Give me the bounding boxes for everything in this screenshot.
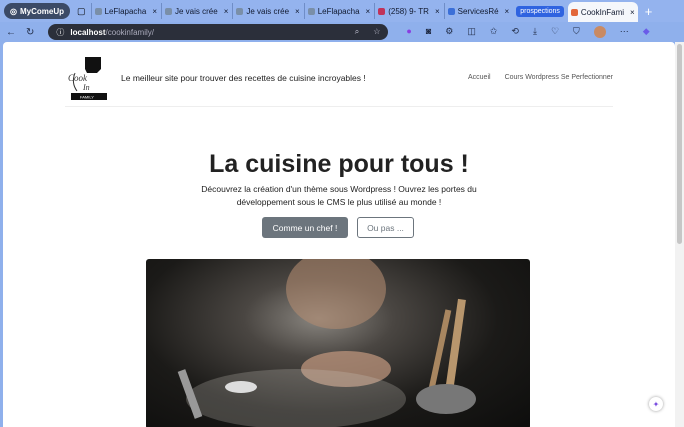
extension-icon[interactable]: ●	[406, 26, 411, 38]
svg-text:Cook: Cook	[68, 73, 88, 83]
tab[interactable]: Je vais crée ×	[232, 3, 302, 19]
close-tab-icon[interactable]: ×	[630, 8, 635, 17]
tab[interactable]: LeFlapacha ×	[90, 3, 160, 19]
avatar[interactable]	[593, 26, 606, 38]
tab[interactable]: Je vais crée ×	[161, 3, 231, 19]
info-icon: ⓘ	[56, 27, 65, 37]
youtube-favicon-icon	[378, 7, 386, 15]
close-tab-icon[interactable]: ×	[295, 7, 300, 16]
favicon-icon	[570, 8, 578, 16]
tab-group-prospections[interactable]: prospections	[516, 5, 564, 17]
favicon-icon	[165, 7, 172, 15]
favorite-star-icon[interactable]: ☆	[373, 27, 380, 37]
comme-un-chef-button[interactable]: Comme un chef !	[262, 217, 348, 238]
site-tagline: Le meilleur site pour trouver des recett…	[121, 72, 366, 83]
new-tab-icon[interactable]: +	[645, 4, 653, 19]
close-tab-icon[interactable]: ×	[152, 7, 157, 16]
hero-image	[146, 259, 530, 427]
history-icon[interactable]: ⟲	[511, 26, 519, 38]
tab-strip: ◎ MyComeUp ▢ LeFlapacha × Je vais crée × Je…	[0, 0, 684, 22]
copilot-floating-icon[interactable]: ✦	[649, 397, 663, 411]
split-screen-icon[interactable]: ◫	[467, 26, 476, 38]
tab[interactable]: LeFlapacha ×	[303, 3, 373, 19]
svg-text:FAMILY: FAMILY	[80, 94, 94, 99]
scrollbar-thumb[interactable]	[677, 44, 682, 244]
profile-button[interactable]: ◎ MyComeUp	[4, 3, 70, 19]
favicon-icon	[236, 7, 244, 15]
docs-favicon-icon	[447, 7, 455, 15]
address-bar[interactable]: ⓘ localhost/cookinfamily/ ⌕ ☆	[48, 24, 389, 40]
more-icon[interactable]: ⋯	[620, 26, 629, 38]
tab[interactable]: ServicesRé ×	[443, 3, 513, 19]
tab[interactable]: (258) 9- TR ×	[374, 3, 442, 19]
page-viewport: Cook In FAMILY Le meilleur site pour tro…	[3, 42, 675, 427]
toolbar: ← ↻ ⓘ localhost/cookinfamily/ ⌕ ☆ ● ◙ ⚙ ◫…	[0, 22, 684, 42]
extensions-puzzle-icon[interactable]: ⚙	[445, 26, 453, 38]
close-tab-icon[interactable]: ×	[366, 7, 371, 16]
tab-active[interactable]: CookInFami ×	[567, 2, 638, 22]
zoom-icon[interactable]: ⌕	[355, 27, 359, 37]
main-nav: Accueil Cours Wordpress Se Perfectionner	[468, 74, 613, 81]
camera-icon[interactable]: ◙	[426, 26, 431, 38]
close-tab-icon[interactable]: ×	[505, 7, 510, 16]
nav-accueil[interactable]: Accueil	[468, 74, 491, 81]
back-icon[interactable]: ←	[6, 27, 16, 38]
page-title: La cuisine pour tous !	[209, 150, 469, 178]
profile-icon: ◎	[10, 6, 17, 16]
site-header: Cook In FAMILY Le meilleur site pour tro…	[65, 49, 613, 107]
download-icon[interactable]: ⤓	[533, 26, 537, 38]
copilot-icon[interactable]: ◆	[643, 26, 650, 38]
shield-icon[interactable]: ⛉	[573, 26, 580, 38]
close-tab-icon[interactable]: ×	[435, 7, 440, 16]
lead-text: Découvrez la création d'un thème sous Wo…	[201, 184, 477, 207]
nav-cours-wordpress[interactable]: Cours Wordpress Se Perfectionner	[505, 74, 613, 81]
close-tab-icon[interactable]: ×	[224, 7, 229, 16]
tab-actions-icon[interactable]: ▢	[77, 6, 86, 17]
ou-pas-button[interactable]: Ou pas ...	[357, 217, 414, 238]
favorites-icon[interactable]: ✩	[490, 26, 498, 38]
favicon-icon	[307, 7, 315, 15]
svg-text:In: In	[82, 83, 90, 92]
favicon-icon	[94, 7, 102, 15]
scrollbar[interactable]	[675, 42, 684, 427]
site-logo[interactable]: Cook In FAMILY	[65, 53, 115, 103]
health-icon[interactable]: ♡	[551, 26, 559, 38]
reload-icon[interactable]: ↻	[26, 27, 34, 38]
